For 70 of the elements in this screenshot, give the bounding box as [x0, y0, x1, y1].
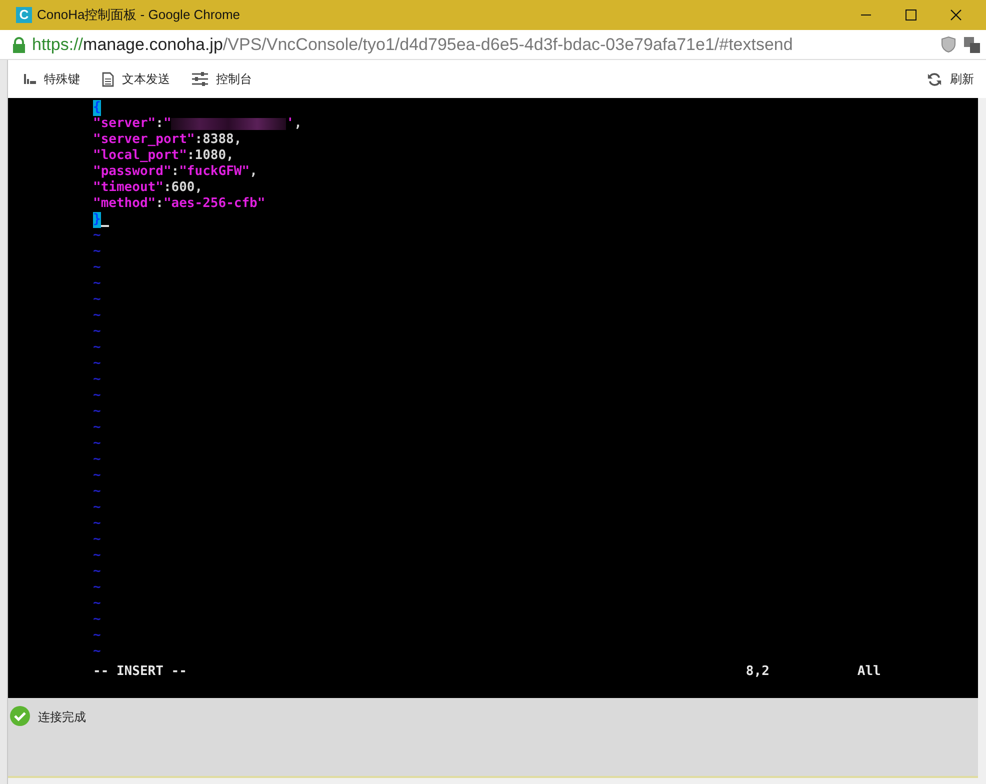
code-text: "server"	[93, 116, 156, 132]
empty-line-marker: ~	[93, 244, 101, 260]
empty-line-marker: ~	[93, 420, 101, 436]
maximize-icon[interactable]	[905, 9, 917, 21]
empty-line-marker: ~	[93, 612, 101, 628]
empty-line-marker: ~	[93, 484, 101, 500]
code-text: :	[156, 116, 164, 132]
empty-line-marker: ~	[93, 580, 101, 596]
code-text: :8388,	[194, 132, 242, 148]
code-text: :600,	[163, 180, 203, 196]
scroll-position: All	[857, 664, 881, 680]
empty-line-marker: ~	[93, 372, 101, 388]
code-text: '	[286, 116, 294, 132]
empty-line-marker: ~	[93, 260, 101, 276]
empty-line-marker: ~	[93, 500, 101, 516]
empty-line-marker: ~	[93, 548, 101, 564]
brace-highlight: }	[93, 212, 101, 228]
url-text: https://manage.conoha.jp/VPS/VncConsole/tyo1/d4d795ea-d6e5-4d3f-bdac-03e79afa71e1/#textsend	[32, 34, 793, 56]
empty-line-marker: ~	[93, 324, 101, 340]
empty-line-marker: ~	[93, 628, 101, 644]
empty-line-marker: ~	[93, 340, 101, 356]
code-text: ,	[250, 164, 258, 180]
empty-line-marker: ~	[93, 532, 101, 548]
text-cursor	[100, 225, 109, 227]
empty-line-marker: ~	[93, 276, 101, 292]
code-text: "timeout"	[93, 180, 164, 196]
translate-icon[interactable]	[964, 36, 980, 52]
close-icon[interactable]	[950, 9, 962, 21]
toolbar-button[interactable]: 文本发送	[96, 64, 176, 94]
empty-line-marker: ~	[93, 596, 101, 612]
code-text: "	[163, 116, 172, 132]
empty-line-marker: ~	[93, 292, 101, 308]
empty-line-marker: ~	[93, 436, 101, 452]
mode-indicator: -- INSERT --	[93, 664, 187, 680]
code-text: :	[171, 164, 180, 180]
cursor-position: 8,2	[746, 664, 770, 680]
empty-line-marker: ~	[93, 404, 101, 420]
empty-line-marker: ~	[93, 516, 101, 532]
code-text: :1080,	[186, 148, 234, 164]
empty-line-marker: ~	[93, 644, 101, 660]
code-text: "fuckGFW"	[179, 164, 250, 180]
document-icon	[102, 72, 114, 86]
code-text: "local_port"	[93, 148, 187, 164]
empty-line-marker: ~	[93, 468, 101, 484]
brace-highlight: {	[93, 100, 101, 116]
refresh-button[interactable]: 刷新	[927, 70, 974, 88]
terminal-screen[interactable]: { "server":" ', "server_port":8388, "local_port":1080, "password":"fuckGFW", "timeout":600, "method":"aes-256-cfb" } ~ ~ ~ ~ ~ ~ ~ ~ ~ ~ ~ ~ ~ ~ ~ ~ ~ ~ ~ ~ ~ ~ ~ ~ ~ ~ ~ -- INSERT -- 8,2 All	[8, 98, 978, 698]
window-title: ConoHa控制面板 - Google Chrome	[37, 6, 240, 24]
status-text: 连接完成	[38, 709, 86, 726]
app-icon: C	[16, 7, 32, 23]
empty-line-marker: ~	[93, 564, 101, 580]
shield-icon[interactable]	[941, 36, 956, 53]
code-text: "aes-256-cfb"	[163, 196, 266, 212]
empty-line-marker: ~	[93, 452, 101, 468]
code-text: ,	[294, 116, 302, 132]
empty-line-marker: ~	[93, 356, 101, 372]
code-text: "server_port"	[93, 132, 195, 148]
sliders-icon	[192, 72, 208, 86]
empty-line-marker: ~	[93, 388, 101, 404]
address-bar[interactable]: https://manage.conoha.jp/VPS/VncConsole/tyo1/d4d795ea-d6e5-4d3f-bdac-03e79afa71e1/#textsend	[0, 30, 986, 60]
toolbar-button[interactable]: 特殊键	[18, 64, 86, 94]
toolbar-button[interactable]: 控制台	[186, 64, 258, 94]
code-text: "method"	[93, 196, 156, 212]
empty-line-marker: ~	[93, 228, 101, 244]
lock-icon	[12, 36, 26, 52]
bars-icon	[24, 73, 36, 85]
code-text: "password"	[93, 164, 172, 180]
empty-line-marker: ~	[93, 308, 101, 324]
code-text: :	[156, 196, 164, 212]
refresh-icon	[927, 72, 942, 86]
